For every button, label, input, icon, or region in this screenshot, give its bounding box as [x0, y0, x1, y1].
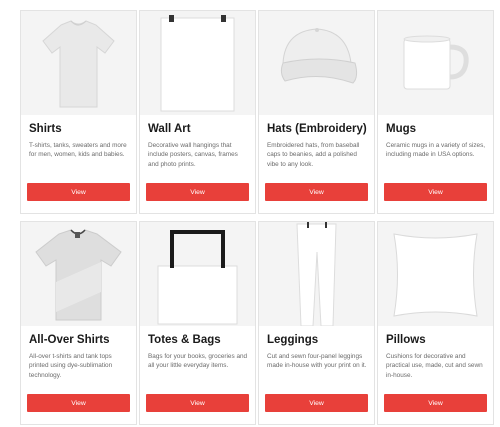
poster-icon [140, 11, 255, 115]
view-button-all-over-shirts[interactable]: View [27, 394, 130, 412]
pillow-icon [378, 222, 493, 326]
product-card-hats: Hats (Embroidery) Embroidered hats, from… [258, 10, 375, 214]
product-description: T-shirts, tanks, sweaters and more for m… [29, 142, 127, 159]
product-title: Leggings [267, 334, 319, 346]
product-title: All-Over Shirts [29, 334, 110, 346]
product-description: Cushions for decorative and practical us… [386, 353, 483, 379]
product-card-leggings: Leggings Cut and sewn four-panel legging… [258, 221, 375, 425]
view-button-shirts[interactable]: View [27, 183, 130, 201]
product-description: Decorative wall hangings that include po… [148, 142, 238, 168]
all-over-shirt-icon [21, 222, 136, 326]
view-button-pillows[interactable]: View [384, 394, 487, 412]
product-card-shirts: Shirts T-shirts, tanks, sweaters and mor… [20, 10, 137, 214]
product-title: Wall Art [148, 123, 191, 135]
product-description: Embroidered hats, from baseball caps to … [267, 142, 360, 168]
product-description: Ceramic mugs in a variety of sizes, incl… [386, 142, 486, 159]
product-title: Hats (Embroidery) [267, 123, 367, 135]
t-shirt-icon [21, 11, 136, 115]
cap-icon [259, 11, 374, 115]
leggings-icon [259, 222, 374, 326]
view-button-mugs[interactable]: View [384, 183, 487, 201]
tote-bag-icon [140, 222, 255, 326]
product-title: Pillows [386, 334, 426, 346]
view-button-wall-art[interactable]: View [146, 183, 249, 201]
view-button-totes-bags[interactable]: View [146, 394, 249, 412]
product-description: Bags for your books, groceries and all y… [148, 353, 248, 370]
product-card-mugs: Mugs Ceramic mugs in a variety of sizes,… [377, 10, 494, 214]
product-title: Shirts [29, 123, 62, 135]
product-title: Totes & Bags [148, 334, 221, 346]
view-button-hats[interactable]: View [265, 183, 368, 201]
product-card-pillows: Pillows Cushions for decorative and prac… [377, 221, 494, 425]
mug-icon [378, 11, 493, 115]
view-button-leggings[interactable]: View [265, 394, 368, 412]
product-description: Cut and sewn four-panel leggings made in… [267, 353, 367, 370]
product-card-all-over-shirts: All-Over Shirts All-over t-shirts and ta… [20, 221, 137, 425]
product-card-wall-art: Wall Art Decorative wall hangings that i… [139, 10, 256, 214]
product-description: All-over t-shirts and tank tops printed … [29, 353, 113, 379]
product-card-totes-bags: Totes & Bags Bags for your books, grocer… [139, 221, 256, 425]
product-title: Mugs [386, 123, 417, 135]
